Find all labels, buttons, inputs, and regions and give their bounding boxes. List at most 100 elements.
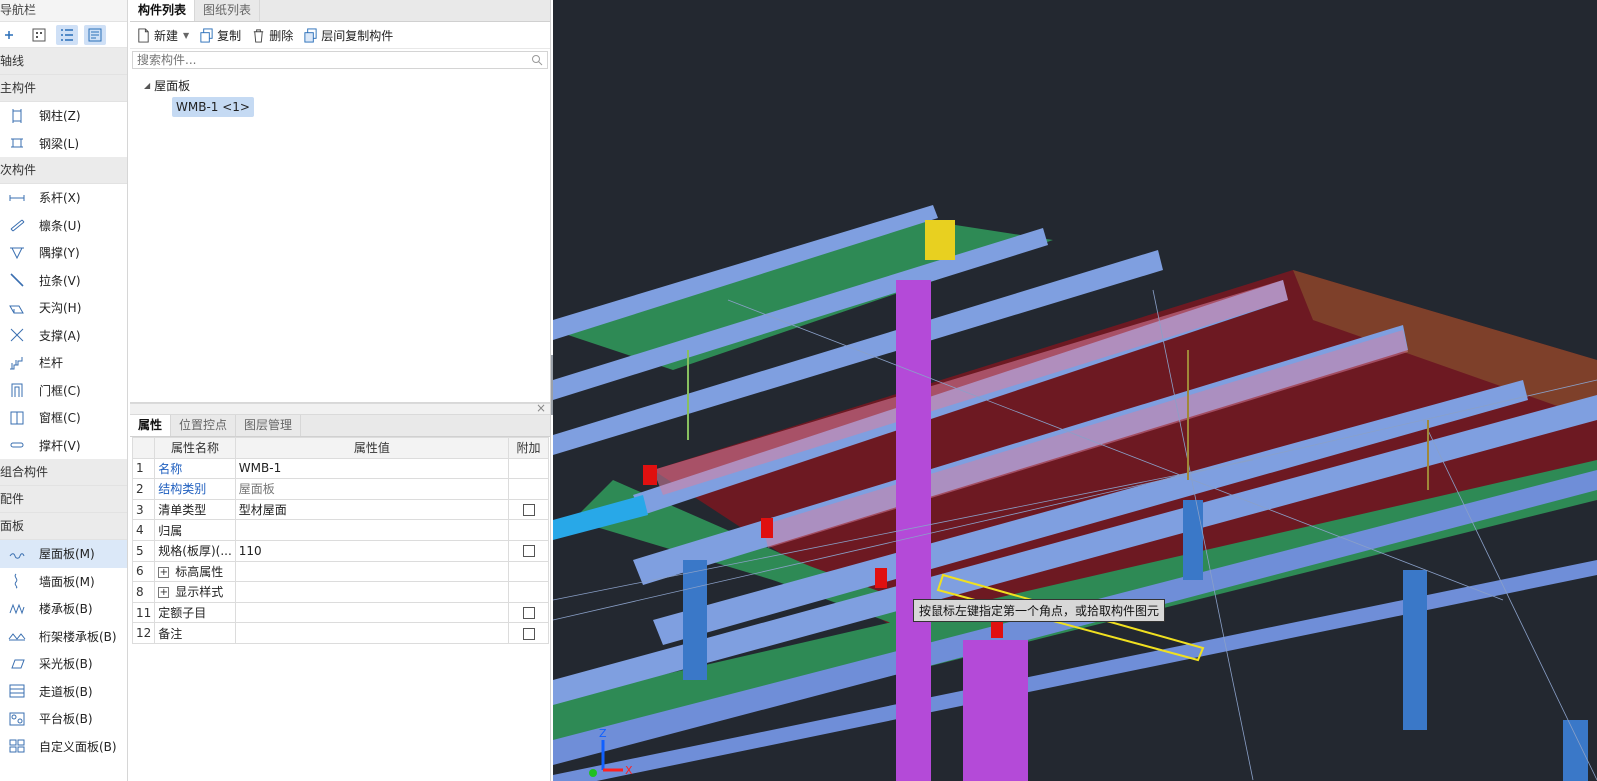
property-value-field[interactable]: WMB-1 — [234, 457, 510, 480]
nav-item-steel-beam[interactable]: 钢梁(L) — [0, 130, 127, 158]
extra-checkbox[interactable] — [522, 627, 535, 640]
railing-icon — [6, 354, 28, 372]
expand-icon[interactable]: + — [158, 566, 170, 578]
purlin-icon — [6, 216, 28, 234]
grid-view-icon[interactable] — [28, 25, 50, 45]
window-frame-icon — [6, 409, 28, 427]
new-file-icon — [138, 27, 149, 43]
table-row[interactable]: 12 备注 — [131, 622, 549, 644]
tie-rod-icon — [6, 189, 28, 207]
header-name: 属性名称 — [154, 437, 236, 459]
extra-checkbox[interactable] — [522, 607, 535, 620]
nav-item-skylight-panel[interactable]: 采光板(B) — [0, 650, 127, 678]
nav-item-steel-column[interactable]: 钢柱(Z) — [0, 102, 127, 130]
table-row[interactable]: 5 规格(板厚)(... 110 — [131, 539, 549, 562]
3d-viewport[interactable]: Z X — [553, 0, 1597, 781]
search-icon[interactable] — [531, 54, 543, 66]
property-value-field — [234, 581, 510, 603]
component-panel: 构件列表 图纸列表 新建▼ 复制 删除 层间复制构件 ◢屋面板 WMB-1 <1… — [130, 0, 551, 781]
steel-column-icon — [6, 107, 28, 125]
tree-node-roof-panel[interactable]: ◢ 屋面板 — [144, 77, 190, 94]
nav-item-custom-panel[interactable]: 自定义面板(B) — [0, 733, 127, 761]
property-table: 属性名称 属性值 附加 1 名称 WMB-1 2 结构类别 屋面板 3 清单类型… — [131, 437, 549, 644]
nav-item-door-frame[interactable]: 门框(C) — [0, 377, 127, 405]
dropdown-arrow-icon[interactable]: ▼ — [183, 31, 189, 40]
table-row[interactable]: 11 定额子目 — [131, 601, 549, 624]
table-row[interactable]: 1 名称 WMB-1 — [131, 457, 549, 480]
property-value-field[interactable]: 型材屋面 — [234, 498, 510, 521]
nav-group-secondary[interactable]: 次构件 — [0, 157, 127, 184]
skylight-panel-icon — [6, 655, 28, 673]
nav-group-axis[interactable]: 轴线 — [0, 48, 127, 75]
list-view-icon[interactable] — [56, 24, 78, 45]
nav-item-platform-panel[interactable]: 平台板(B) — [0, 705, 127, 733]
nav-item-sag-rod[interactable]: 拉条(V) — [0, 267, 127, 295]
property-value-field[interactable] — [234, 622, 510, 644]
gutter-icon — [6, 299, 28, 317]
nav-group-panels[interactable]: 面板 — [0, 513, 127, 540]
nav-group-main[interactable]: 主构件 — [0, 75, 127, 102]
collapse-arrow-icon[interactable]: ◢ — [144, 81, 150, 90]
nav-group-accessories[interactable]: 配件 — [0, 486, 127, 513]
header-index — [131, 437, 156, 459]
structure-model[interactable]: Z X — [553, 0, 1597, 781]
tab-drawing-list[interactable]: 图纸列表 — [195, 0, 261, 21]
floor-deck-icon — [6, 600, 28, 618]
component-toolbar: 新建 ▼ 复制 删除 层间复制构件 — [130, 22, 550, 49]
property-value-field — [234, 560, 510, 583]
nav-item-tie-rod[interactable]: 系杆(X) — [0, 184, 127, 212]
tab-layer-management[interactable]: 图层管理 — [236, 415, 302, 436]
extra-checkbox[interactable] — [522, 504, 535, 517]
nav-item-window-frame[interactable]: 窗框(C) — [0, 404, 127, 432]
delete-button[interactable]: 删除 — [251, 27, 293, 44]
nav-item-wall-panel[interactable]: 墙面板(M) — [0, 568, 127, 596]
extra-checkbox[interactable] — [522, 545, 535, 558]
nav-item-railing[interactable]: 栏杆 — [0, 349, 127, 377]
tab-properties[interactable]: 属性 — [130, 415, 172, 436]
cursor-tooltip: 按鼠标左键指定第一个角点，或拾取构件图元 — [913, 599, 1166, 622]
property-value-field[interactable] — [234, 601, 510, 624]
add-axis-icon[interactable] — [0, 25, 22, 45]
table-header-row: 属性名称 属性值 附加 — [131, 437, 549, 459]
axis-label-z: Z — [599, 727, 607, 740]
platform-panel-icon — [6, 710, 28, 728]
search-input[interactable] — [137, 53, 507, 67]
property-value-field[interactable] — [234, 519, 510, 541]
trash-icon — [254, 28, 264, 43]
axis-label-x: X — [625, 764, 633, 777]
nav-item-bracing[interactable]: 支撑(A) — [0, 322, 127, 350]
copy-button[interactable]: 复制 — [199, 27, 241, 44]
custom-panel-icon — [6, 737, 28, 755]
nav-item-corner-brace[interactable]: 隅撑(Y) — [0, 239, 127, 267]
navigation-panel: 导航栏 轴线 主构件 钢柱(Z) 钢梁(L) 次构件 系杆(X) 檩条(U) 隅… — [0, 0, 128, 781]
nav-group-combined[interactable]: 组合构件 — [0, 459, 127, 486]
expand-icon[interactable]: + — [158, 587, 170, 599]
nav-item-gutter[interactable]: 天沟(H) — [0, 294, 127, 322]
nav-item-floor-deck[interactable]: 楼承板(B) — [0, 595, 127, 623]
steel-beam-icon — [6, 134, 28, 152]
nav-item-purlin[interactable]: 檩条(U) — [0, 212, 127, 240]
nav-item-truss-deck[interactable]: 桁架楼承板(B) — [0, 623, 127, 651]
property-value-field[interactable]: 110 — [234, 539, 510, 562]
nav-item-strut[interactable]: 撑杆(V) — [0, 432, 127, 460]
floor-copy-button[interactable]: 层间复制构件 — [303, 27, 393, 44]
nav-item-walkway-panel[interactable]: 走道板(B) — [0, 678, 127, 706]
detail-view-icon[interactable] — [84, 24, 106, 45]
sag-rod-icon — [6, 271, 28, 289]
tree-item-wmb1[interactable]: WMB-1 <1> — [172, 97, 254, 117]
wall-panel-icon — [6, 572, 28, 590]
table-row[interactable]: 4 归属 — [131, 519, 549, 541]
truss-deck-icon — [6, 627, 28, 645]
nav-item-roof-panel[interactable]: 屋面板(M) — [0, 540, 127, 568]
tab-position-control[interactable]: 位置控点 — [171, 415, 237, 436]
header-extra: 附加 — [508, 437, 549, 459]
table-row[interactable]: 6 + 标高属性 — [131, 560, 549, 583]
nav-title: 导航栏 — [0, 0, 127, 22]
new-button[interactable]: 新建 ▼ — [136, 27, 189, 44]
close-icon[interactable]: × — [536, 401, 546, 415]
table-row[interactable]: 3 清单类型 型材屋面 — [131, 498, 549, 521]
tab-component-list[interactable]: 构件列表 — [130, 0, 196, 21]
panel-splitter[interactable]: × — [130, 401, 550, 415]
table-row[interactable]: 2 结构类别 屋面板 — [131, 478, 549, 500]
table-row[interactable]: 8 + 显示样式 — [131, 581, 549, 603]
